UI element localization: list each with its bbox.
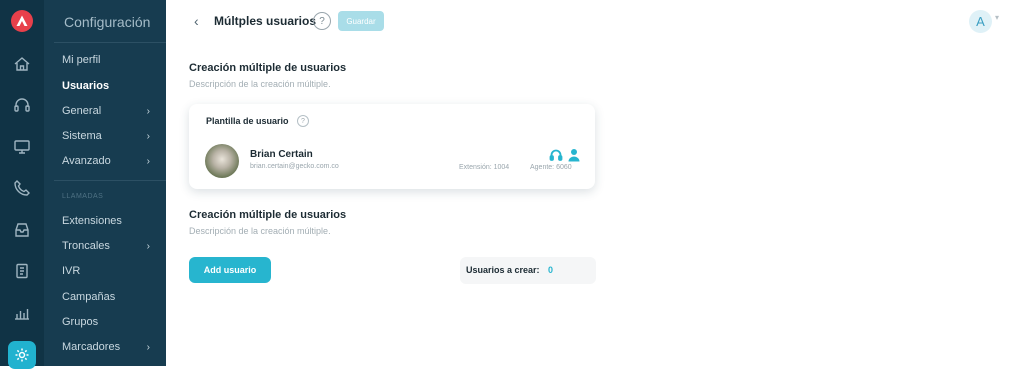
help-icon[interactable]: ? bbox=[313, 12, 331, 30]
section-description: Descripción de la creación múltiple. bbox=[189, 79, 331, 89]
sidebar-item-marcadores[interactable]: Marcadores › bbox=[62, 341, 150, 353]
chart-icon[interactable] bbox=[11, 302, 33, 324]
sidebar-item-troncales[interactable]: Troncales › bbox=[62, 240, 150, 252]
agent-label: Agente: 6060 bbox=[530, 164, 572, 171]
sidebar-item-mi-perfil[interactable]: Mi perfil bbox=[62, 54, 150, 66]
sidebar-item-usuarios[interactable]: Usuarios bbox=[62, 80, 150, 92]
chevron-right-icon: › bbox=[146, 130, 150, 142]
user-template-card[interactable]: Plantilla de usuario ? Brian Certain bri… bbox=[189, 104, 595, 189]
sidebar-item-sistema[interactable]: Sistema › bbox=[62, 130, 150, 142]
sidebar-item-label: Grupos bbox=[62, 316, 99, 328]
chevron-right-icon: › bbox=[146, 155, 150, 167]
sidebar-item-label: Usuarios bbox=[62, 80, 110, 92]
chevron-right-icon: › bbox=[146, 240, 150, 252]
sidebar-item-label: Marcadores bbox=[62, 341, 121, 353]
main-content: Creación múltiple de usuarios Descripció… bbox=[166, 42, 1024, 366]
users-to-create-box: Usuarios a crear: 0 bbox=[460, 257, 596, 284]
app-logo-icon[interactable] bbox=[11, 10, 33, 32]
sidebar-item-label: Extensiones bbox=[62, 215, 122, 227]
user-avatar[interactable]: A bbox=[969, 10, 992, 33]
sidebar-item-campanas[interactable]: Campañas bbox=[62, 291, 150, 303]
home-icon[interactable] bbox=[11, 53, 33, 75]
help-icon[interactable]: ? bbox=[297, 115, 309, 127]
users-to-create-label: Usuarios a crear: bbox=[466, 265, 540, 275]
card-icons bbox=[549, 148, 581, 162]
settings-sidebar: Configuración Mi perfil Usuarios General… bbox=[44, 0, 200, 366]
chevron-right-icon: › bbox=[146, 341, 150, 353]
headset-icon bbox=[549, 148, 563, 162]
sidebar-title: Configuración bbox=[64, 14, 151, 30]
headset-icon[interactable] bbox=[11, 94, 33, 116]
sidebar-item-label: General bbox=[62, 105, 102, 117]
inbox-icon[interactable] bbox=[11, 219, 33, 241]
sidebar-item-ivr[interactable]: IVR bbox=[62, 265, 150, 277]
settings-gear-icon[interactable] bbox=[8, 341, 36, 369]
sidebar-item-label: Campañas bbox=[62, 291, 116, 303]
icon-rail bbox=[0, 0, 44, 369]
sidebar-item-extensiones[interactable]: Extensiones bbox=[62, 215, 150, 227]
sidebar-section-llamadas: LLAMADAS bbox=[62, 193, 104, 200]
page-title: Múltples usuarios bbox=[214, 14, 317, 28]
sidebar-item-grupos[interactable]: Grupos bbox=[62, 316, 150, 328]
avatar bbox=[205, 144, 239, 178]
chevron-right-icon: › bbox=[146, 105, 150, 117]
top-bar: ‹ Múltples usuarios ? Guardar A ▾ bbox=[166, 0, 1024, 43]
sidebar-item-label: Sistema bbox=[62, 130, 102, 142]
add-user-button[interactable]: Add usuario bbox=[189, 257, 271, 283]
user-name: Brian Certain bbox=[250, 149, 313, 160]
section-title: Creación múltiple de usuarios bbox=[189, 209, 347, 221]
sidebar-item-general[interactable]: General › bbox=[62, 105, 150, 117]
users-to-create-count: 0 bbox=[548, 265, 554, 275]
user-icon bbox=[567, 148, 581, 162]
save-button[interactable]: Guardar bbox=[338, 11, 384, 31]
sidebar-item-label: Troncales bbox=[62, 240, 110, 252]
section-description: Descripción de la creación múltiple. bbox=[189, 226, 331, 236]
card-title: Plantilla de usuario bbox=[206, 116, 289, 126]
sidebar-item-label: Avanzado bbox=[62, 155, 111, 167]
caret-down-icon[interactable]: ▾ bbox=[995, 13, 999, 22]
sidebar-item-label: Mi perfil bbox=[62, 54, 101, 66]
section-title: Creación múltiple de usuarios bbox=[189, 62, 347, 74]
report-icon[interactable] bbox=[11, 260, 33, 282]
sidebar-item-label: IVR bbox=[62, 265, 81, 277]
back-arrow-icon[interactable]: ‹ bbox=[194, 13, 199, 29]
sidebar-item-avanzado[interactable]: Avanzado › bbox=[62, 155, 150, 167]
user-email: brian.certain@gecko.com.co bbox=[250, 163, 339, 170]
monitor-icon[interactable] bbox=[11, 136, 33, 158]
phone-icon[interactable] bbox=[11, 177, 33, 199]
extension-label: Extensión: 1004 bbox=[459, 164, 510, 171]
